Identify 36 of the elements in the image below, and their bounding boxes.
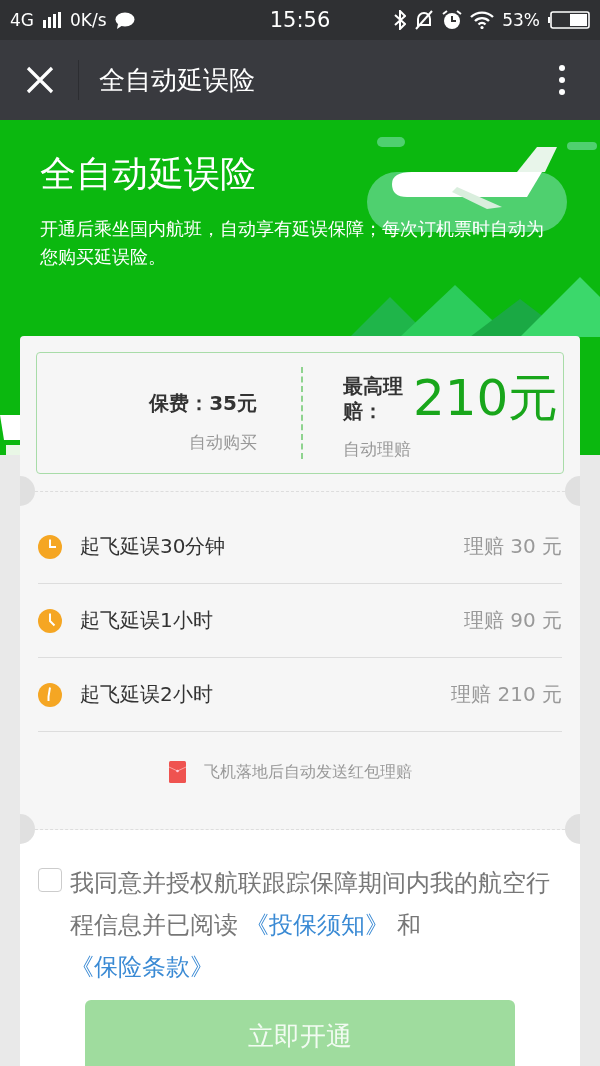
page-title: 全自动延误险 xyxy=(99,63,256,97)
envelope-icon xyxy=(168,761,186,783)
max-payout-label: 最高理赔： xyxy=(343,373,404,424)
document-link[interactable]: 《投保须知》 xyxy=(245,911,390,939)
max-payout-amount: 210元 xyxy=(413,368,559,429)
clock-icon xyxy=(38,608,62,633)
agreement-text: 我同意并授权航联跟踪保障期间内我的航空行程信息并已阅读 《投保须知》 和 《保险条款》 xyxy=(70,868,551,983)
alarm-icon xyxy=(442,10,463,30)
close-icon xyxy=(26,66,54,94)
network-type: 4G xyxy=(10,10,34,30)
bluetooth-icon xyxy=(394,10,407,30)
delay-condition: 起飞延误1小时 xyxy=(80,607,214,634)
clock-icon xyxy=(38,682,62,707)
wifi-icon xyxy=(470,11,495,29)
payout-amount: 理赔 210 元 xyxy=(451,681,562,708)
payout-amount: 理赔 30 元 xyxy=(463,533,562,560)
payout-amount: 理赔 90 元 xyxy=(463,607,562,634)
signal-icon xyxy=(42,12,62,28)
battery-percent: 53% xyxy=(502,10,540,30)
premium-label: 保费：35元 xyxy=(149,390,257,417)
purchase-note: 自动购买 xyxy=(189,431,257,454)
hero-description: 开通后乘坐国内航班，自动享有延误保障；每次订机票时自动为您购买延误险。 xyxy=(40,218,545,269)
hero-title: 全自动延误险 xyxy=(40,152,257,196)
delay-condition: 起飞延误30分钟 xyxy=(80,533,227,560)
battery-icon xyxy=(548,11,590,29)
network-speed: 0K/s xyxy=(70,10,107,30)
document-link[interactable]: 《保险条款》 xyxy=(70,953,214,981)
landing-payout-note: 飞机落地后自动发送红包理赔 xyxy=(203,761,412,783)
more-icon xyxy=(558,64,566,96)
clock-time: 15:56 xyxy=(269,8,331,32)
agree-checkbox[interactable] xyxy=(38,868,62,892)
payout-note: 自动理赔 xyxy=(343,438,412,461)
clock-icon xyxy=(38,534,62,559)
muted-bell-icon xyxy=(414,10,435,30)
delay-condition: 起飞延误2小时 xyxy=(80,681,214,708)
chat-bubble-icon xyxy=(114,11,135,29)
